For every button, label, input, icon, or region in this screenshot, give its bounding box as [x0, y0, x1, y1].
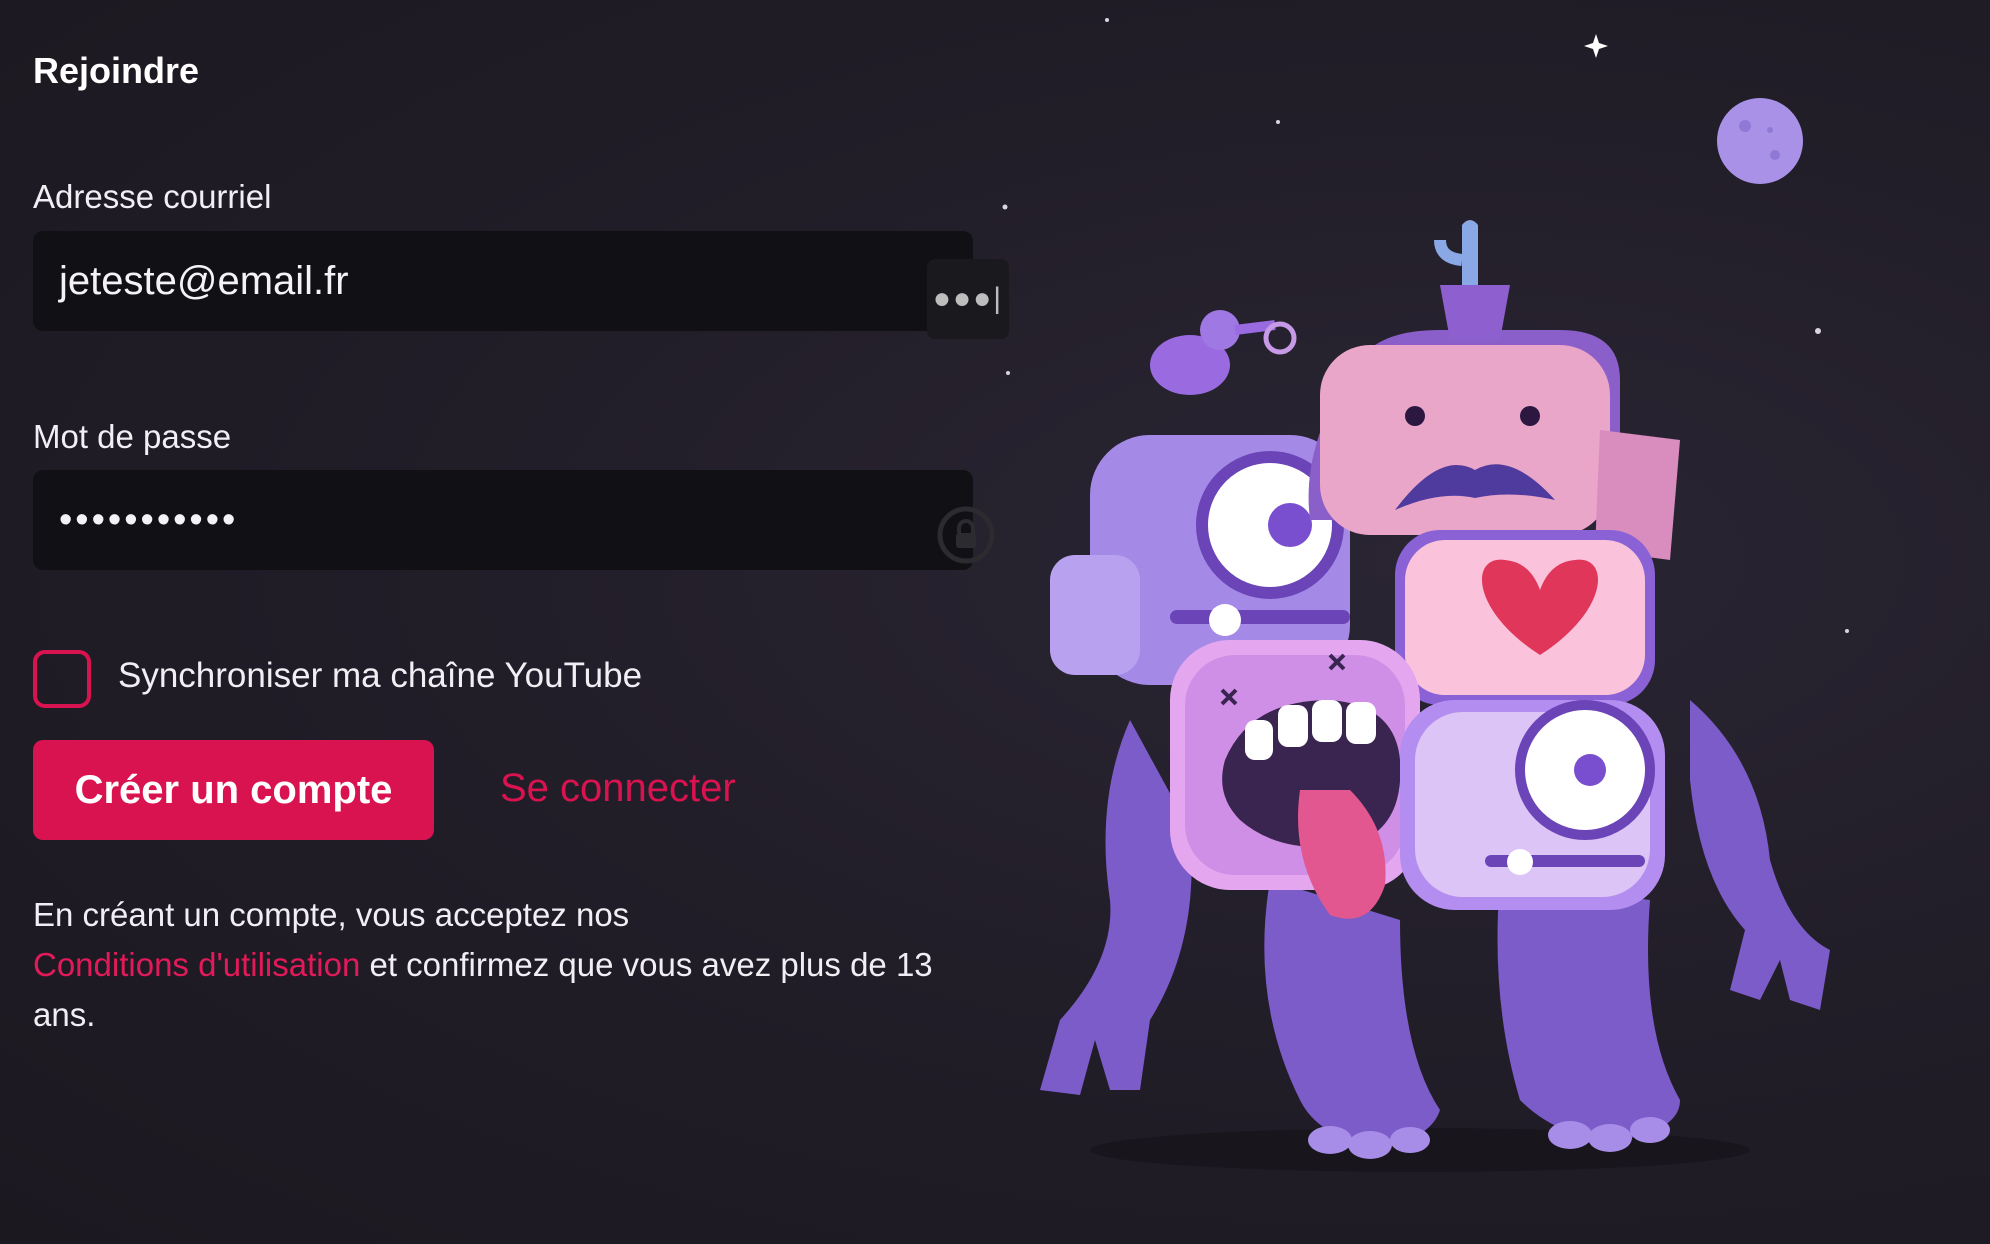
email-value: jeteste@email.fr: [59, 258, 349, 303]
terms-prefix: En créant un compte, vous acceptez nos: [33, 896, 630, 933]
password-label: Mot de passe: [33, 418, 232, 455]
login-link[interactable]: Se connecter: [500, 766, 736, 811]
moon-icon: [1717, 98, 1803, 184]
email-field[interactable]: jeteste@email.fr: [33, 231, 973, 331]
password-field[interactable]: •••••••••••: [33, 470, 973, 570]
monster-illustration: [1002, 18, 1849, 1172]
password-value: •••••••••••: [59, 498, 239, 541]
lock-icon[interactable]: [936, 505, 996, 565]
terms-text: En créant un compte, vous acceptez nos C…: [33, 890, 993, 1040]
create-account-button[interactable]: Créer un compte: [33, 740, 434, 840]
email-label: Adresse courriel: [33, 178, 272, 215]
sync-youtube-checkbox[interactable]: [33, 650, 91, 708]
sync-youtube-label[interactable]: Synchroniser ma chaîne YouTube: [118, 656, 642, 696]
password-manager-icon[interactable]: ●●●|: [927, 259, 1009, 339]
terms-link[interactable]: Conditions d'utilisation: [33, 946, 360, 983]
page-title: Rejoindre: [33, 50, 200, 91]
password-manager-glyph: ●●●|: [932, 282, 1004, 315]
